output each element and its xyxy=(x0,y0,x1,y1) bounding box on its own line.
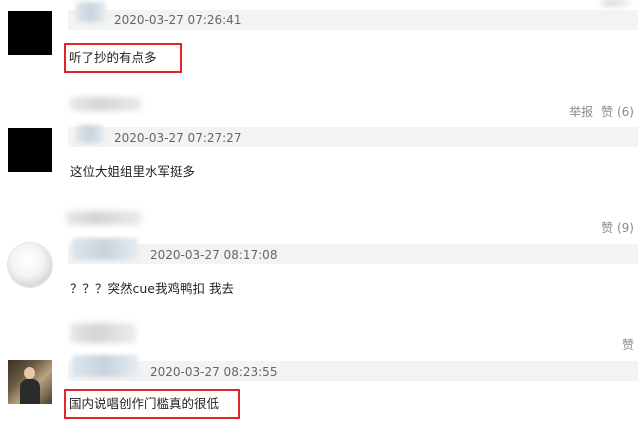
comment-text: 听了抄的有点多 xyxy=(69,50,157,65)
avatar-photo-head xyxy=(24,367,35,379)
comment-actions: 赞 (9) xyxy=(601,221,634,235)
like-button[interactable]: 赞 (6) xyxy=(601,105,634,119)
blurred-reply xyxy=(70,97,142,111)
blurred-username xyxy=(76,125,104,143)
blurred-username xyxy=(72,355,138,377)
like-button[interactable]: 赞 xyxy=(622,338,634,352)
user-avatar[interactable] xyxy=(8,128,52,172)
comment-timestamp: 2020-03-27 08:23:55 xyxy=(150,365,278,379)
user-avatar[interactable] xyxy=(8,11,52,55)
blurred-reply xyxy=(66,211,142,225)
comment-text: 国内说唱创作门槛真的很低 xyxy=(69,396,220,411)
avatar-photo-body xyxy=(20,379,40,404)
comment-text: 这位大姐组里水军挺多 xyxy=(70,164,196,179)
comment-text: ？？？突然cue我鸡鸭扣 我去 xyxy=(70,281,234,296)
comment-timestamp: 2020-03-27 07:26:41 xyxy=(114,13,242,27)
comment-actions: 赞 xyxy=(622,338,634,352)
like-button[interactable]: 赞 (9) xyxy=(601,221,634,235)
blurred-reply xyxy=(70,323,136,343)
report-button[interactable]: 举报 xyxy=(569,105,593,119)
comment-actions: 举报 赞 (6) xyxy=(569,105,634,119)
blurred-username xyxy=(76,2,106,22)
comment-timestamp: 2020-03-27 08:17:08 xyxy=(150,248,278,262)
user-avatar[interactable] xyxy=(8,360,52,404)
comment-timestamp: 2020-03-27 07:27:27 xyxy=(114,131,242,145)
blurred-username xyxy=(72,238,138,260)
user-avatar[interactable] xyxy=(8,243,52,287)
top-blur-fragment xyxy=(600,0,630,6)
